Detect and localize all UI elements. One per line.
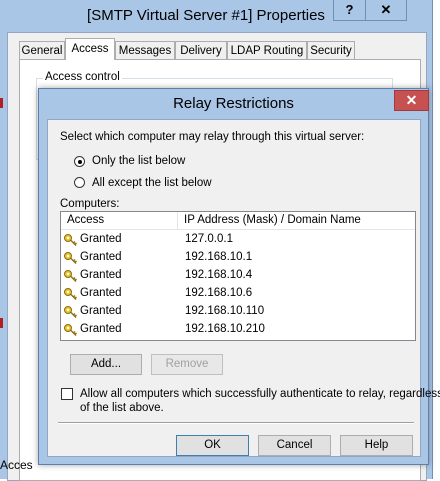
row-access: Granted — [80, 233, 122, 245]
key-icon — [64, 234, 77, 246]
key-icon — [64, 288, 77, 300]
list-row[interactable]: Granted 127.0.0.1 — [61, 231, 415, 249]
key-icon — [64, 252, 77, 264]
radio-only-list-label[interactable]: Only the list below — [92, 155, 185, 167]
separator-line — [58, 422, 414, 424]
row-ip: 192.168.10.210 — [185, 323, 265, 335]
help-title-button[interactable]: ? — [333, 0, 366, 21]
desktop-strip — [433, 0, 440, 479]
dialog-client-area: Select which computer may relay through … — [47, 119, 440, 457]
remove-button[interactable]: Remove — [151, 354, 223, 375]
list-row[interactable]: Granted 192.168.10.1 — [61, 249, 415, 267]
list-row[interactable]: Granted 192.168.10.6 — [61, 285, 415, 303]
list-row[interactable]: Granted 192.168.10.110 — [61, 303, 415, 321]
radio-only-list[interactable] — [74, 156, 85, 167]
instruction-text: Select which computer may relay through … — [60, 131, 365, 143]
background-marker — [0, 98, 3, 108]
relay-restrictions-dialog: Relay Restrictions ✕ Select which comput… — [38, 88, 440, 465]
background-marker — [0, 318, 3, 328]
row-access: Granted — [80, 269, 122, 281]
background-access-fragment: Acces — [0, 458, 33, 472]
row-ip: 192.168.10.6 — [185, 287, 253, 299]
authenticated-relay-checkbox[interactable] — [61, 388, 73, 400]
close-title-button[interactable]: ✕ — [365, 0, 407, 21]
row-access: Granted — [80, 251, 122, 263]
row-access: Granted — [80, 287, 122, 299]
add-button[interactable]: Add... — [70, 354, 142, 375]
tab-access[interactable]: Access — [65, 38, 115, 60]
access-control-label: Access control — [43, 71, 122, 83]
ok-button[interactable]: OK — [176, 435, 249, 456]
radio-all-except[interactable] — [74, 177, 85, 188]
tab-general[interactable]: General — [19, 41, 65, 59]
row-ip: 192.168.10.4 — [185, 269, 253, 281]
properties-title-text: [SMTP Virtual Server #1] Properties — [87, 7, 325, 24]
computers-label: Computers: — [60, 198, 120, 210]
tab-delivery[interactable]: Delivery — [175, 41, 227, 59]
help-button[interactable]: Help — [340, 435, 413, 456]
tab-ldap-routing[interactable]: LDAP Routing — [227, 41, 307, 59]
tab-messages[interactable]: Messages — [115, 41, 175, 59]
dialog-title: Relay Restrictions — [173, 95, 294, 112]
checkbox-label-line2[interactable]: of the list above. — [80, 402, 164, 414]
key-icon — [64, 324, 77, 336]
cancel-button[interactable]: Cancel — [258, 435, 331, 456]
column-header-access[interactable]: Access — [61, 212, 178, 229]
list-row[interactable]: Granted 192.168.10.4 — [61, 267, 415, 285]
radio-all-except-label[interactable]: All except the list below — [92, 177, 212, 189]
list-row[interactable]: Granted 192.168.10.210 — [61, 321, 415, 339]
computers-list[interactable]: Access IP Address (Mask) / Domain Name G… — [60, 211, 416, 341]
column-header-ip[interactable]: IP Address (Mask) / Domain Name — [178, 212, 415, 229]
checkbox-label-line1[interactable]: Allow all computers which successfully a… — [80, 388, 440, 400]
row-ip: 192.168.10.1 — [185, 251, 253, 263]
list-header: Access IP Address (Mask) / Domain Name — [61, 212, 415, 230]
key-icon — [64, 306, 77, 318]
row-ip: 127.0.0.1 — [185, 233, 233, 245]
key-icon — [64, 270, 77, 282]
row-access: Granted — [80, 305, 122, 317]
row-ip: 192.168.10.110 — [185, 305, 265, 317]
dialog-close-button[interactable]: ✕ — [394, 90, 429, 111]
row-access: Granted — [80, 323, 122, 335]
tab-security[interactable]: Security — [307, 41, 355, 59]
